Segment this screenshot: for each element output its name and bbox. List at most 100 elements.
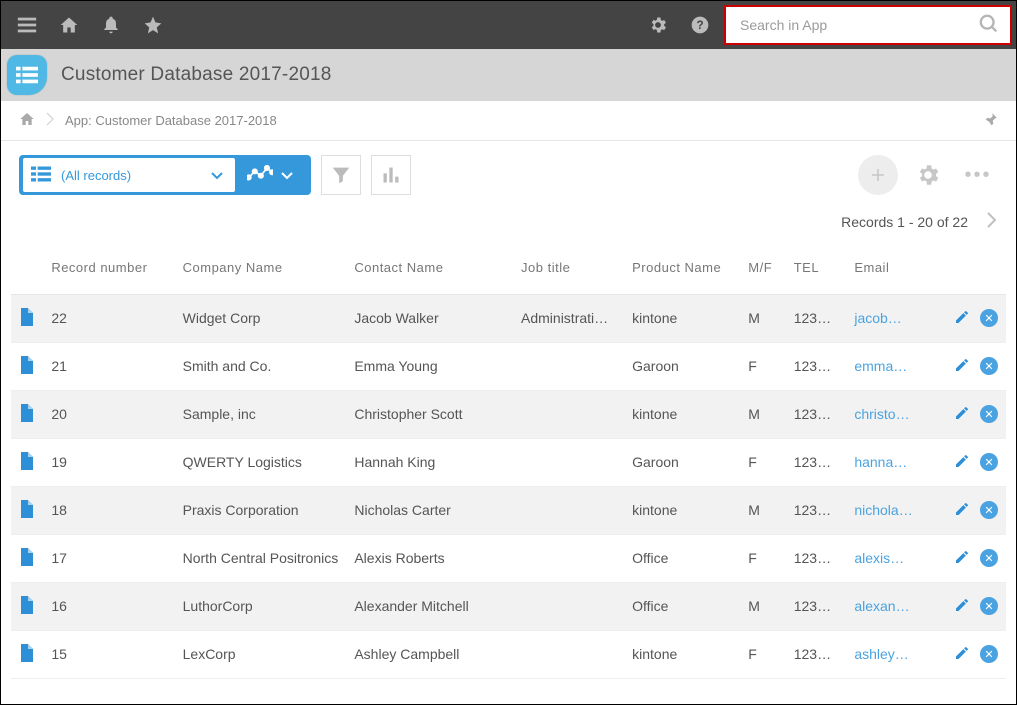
col-header-company[interactable]: Company Name xyxy=(175,242,347,294)
settings-icon[interactable] xyxy=(640,7,676,43)
star-icon[interactable] xyxy=(135,7,171,43)
cell-email: jacob… xyxy=(846,294,927,342)
records-count: Records 1 - 20 of 22 xyxy=(841,214,968,230)
cell-company: Sample, inc xyxy=(175,390,347,438)
cell-mf: F xyxy=(740,342,785,390)
graph-view-button[interactable] xyxy=(235,157,307,193)
cell-company: LuthorCorp xyxy=(175,582,347,630)
delete-button[interactable]: ✕ xyxy=(980,453,998,471)
cell-record-number: 19 xyxy=(43,438,174,486)
cell-contact: Christopher Scott xyxy=(346,390,513,438)
table-row[interactable]: 18Praxis CorporationNicholas Carterkinto… xyxy=(11,486,1006,534)
edit-button[interactable] xyxy=(954,405,970,424)
cell-email: alexis… xyxy=(846,534,927,582)
view-dropdown[interactable]: (All records) xyxy=(23,158,235,192)
add-record-button[interactable] xyxy=(858,155,898,195)
col-header-mf[interactable]: M/F xyxy=(740,242,785,294)
chart-button[interactable] xyxy=(371,155,411,195)
edit-button[interactable] xyxy=(954,645,970,664)
gear-icon xyxy=(915,162,941,188)
more-menu-button[interactable]: ••• xyxy=(958,155,998,195)
bell-icon[interactable] xyxy=(93,7,129,43)
table-row[interactable]: 19QWERTY LogisticsHannah KingGaroonF123…… xyxy=(11,438,1006,486)
cell-record-number: 17 xyxy=(43,534,174,582)
table-row[interactable]: 17North Central PositronicsAlexis Robert… xyxy=(11,534,1006,582)
delete-button[interactable]: ✕ xyxy=(980,549,998,567)
delete-button[interactable]: ✕ xyxy=(980,405,998,423)
table-row[interactable]: 20Sample, incChristopher ScottkintoneM12… xyxy=(11,390,1006,438)
cell-job xyxy=(513,534,624,582)
cell-company: Widget Corp xyxy=(175,294,347,342)
cell-contact: Emma Young xyxy=(346,342,513,390)
col-header-job[interactable]: Job title xyxy=(513,242,624,294)
table-row[interactable]: 15LexCorpAshley CampbellkintoneF123…ashl… xyxy=(11,630,1006,678)
record-icon[interactable] xyxy=(19,601,33,617)
delete-button[interactable]: ✕ xyxy=(980,309,998,327)
table-header-row: Record number Company Name Contact Name … xyxy=(11,242,1006,294)
cell-job xyxy=(513,438,624,486)
graph-icon xyxy=(247,164,273,187)
chevron-down-icon xyxy=(281,168,293,183)
record-icon[interactable] xyxy=(19,457,33,473)
email-link[interactable]: hanna… xyxy=(854,454,907,470)
col-header-contact[interactable]: Contact Name xyxy=(346,242,513,294)
email-link[interactable]: jacob… xyxy=(854,310,901,326)
cell-product: Office xyxy=(624,534,740,582)
col-header-record-number[interactable]: Record number xyxy=(43,242,174,294)
record-icon[interactable] xyxy=(19,649,33,665)
email-link[interactable]: alexis… xyxy=(854,550,904,566)
record-icon[interactable] xyxy=(19,313,33,329)
edit-button[interactable] xyxy=(954,501,970,520)
col-header-tel[interactable]: TEL xyxy=(786,242,847,294)
menu-icon[interactable] xyxy=(9,7,45,43)
search-input[interactable] xyxy=(740,17,978,33)
email-link[interactable]: ashley… xyxy=(854,646,908,662)
table-row[interactable]: 22Widget CorpJacob WalkerAdministrati…ki… xyxy=(11,294,1006,342)
edit-button[interactable] xyxy=(954,597,970,616)
delete-button[interactable]: ✕ xyxy=(980,645,998,663)
email-link[interactable]: emma… xyxy=(854,358,907,374)
edit-button[interactable] xyxy=(954,357,970,376)
breadcrumb-item[interactable]: App: Customer Database 2017-2018 xyxy=(65,113,277,128)
delete-button[interactable]: ✕ xyxy=(980,597,998,615)
edit-button[interactable] xyxy=(954,549,970,568)
cell-job xyxy=(513,486,624,534)
cell-record-number: 16 xyxy=(43,582,174,630)
email-link[interactable]: alexan… xyxy=(854,598,909,614)
help-icon[interactable]: ? xyxy=(682,7,718,43)
record-icon[interactable] xyxy=(19,409,33,425)
edit-button[interactable] xyxy=(954,309,970,328)
col-header-product[interactable]: Product Name xyxy=(624,242,740,294)
delete-button[interactable]: ✕ xyxy=(980,357,998,375)
cell-product: kintone xyxy=(624,390,740,438)
filter-button[interactable] xyxy=(321,155,361,195)
next-page-button[interactable] xyxy=(986,211,998,232)
cell-mf: M xyxy=(740,582,785,630)
table-icon xyxy=(31,166,51,185)
app-settings-button[interactable] xyxy=(908,155,948,195)
cell-contact: Ashley Campbell xyxy=(346,630,513,678)
email-link[interactable]: christo… xyxy=(854,406,909,422)
cell-company: Praxis Corporation xyxy=(175,486,347,534)
search-icon[interactable] xyxy=(978,13,1000,38)
global-search xyxy=(724,5,1012,45)
table-row[interactable]: 16LuthorCorpAlexander MitchellOfficeM123… xyxy=(11,582,1006,630)
cell-mf: F xyxy=(740,630,785,678)
record-icon[interactable] xyxy=(19,505,33,521)
cell-contact: Nicholas Carter xyxy=(346,486,513,534)
cell-email: ashley… xyxy=(846,630,927,678)
table-row[interactable]: 21Smith and Co.Emma YoungGaroonF123…emma… xyxy=(11,342,1006,390)
breadcrumb-home-icon[interactable] xyxy=(19,111,35,130)
col-header-email[interactable]: Email xyxy=(846,242,927,294)
cell-job: Administrati… xyxy=(513,294,624,342)
pin-icon[interactable] xyxy=(984,112,998,129)
cell-product: kintone xyxy=(624,486,740,534)
record-icon[interactable] xyxy=(19,361,33,377)
dots-icon: ••• xyxy=(964,164,991,187)
home-icon[interactable] xyxy=(51,7,87,43)
cell-email: christo… xyxy=(846,390,927,438)
delete-button[interactable]: ✕ xyxy=(980,501,998,519)
email-link[interactable]: nichola… xyxy=(854,502,912,518)
record-icon[interactable] xyxy=(19,553,33,569)
edit-button[interactable] xyxy=(954,453,970,472)
